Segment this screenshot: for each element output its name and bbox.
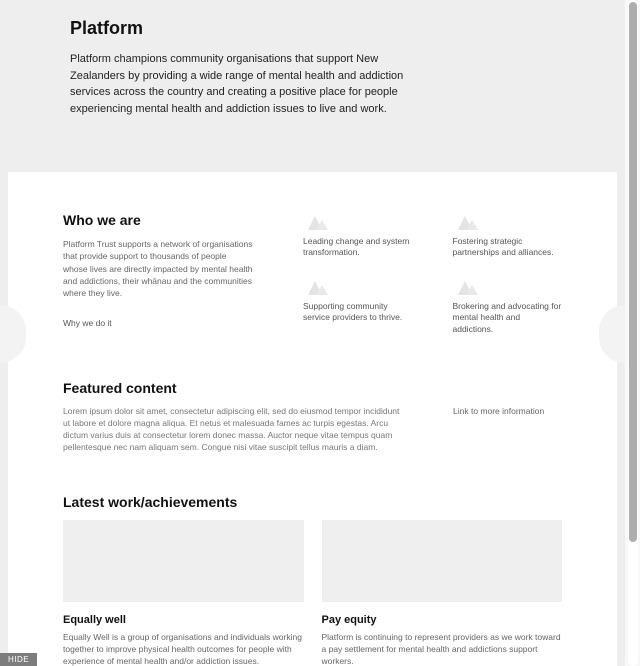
featured-section: Featured content Lorem ipsum dolor sit a… — [63, 380, 562, 454]
scrollbar-track[interactable] — [628, 0, 638, 666]
mountain-icon — [453, 277, 481, 295]
card-equally-well[interactable]: Equally well Equally Well is a group of … — [63, 520, 304, 666]
why-we-do-it-link[interactable]: Why we do it — [63, 318, 253, 328]
pillar-item: Brokering and advocating for mental heal… — [453, 277, 563, 335]
featured-heading: Featured content — [63, 380, 562, 396]
card-image-placeholder — [322, 520, 563, 602]
who-body: Platform Trust supports a network of org… — [63, 238, 253, 300]
hero-section: Platform Platform champions community or… — [0, 0, 625, 172]
mountain-icon — [303, 212, 331, 230]
who-we-are-section: Who we are Platform Trust supports a net… — [63, 212, 562, 335]
hide-button[interactable]: HIDE — [0, 653, 37, 666]
featured-link[interactable]: Link to more information — [453, 406, 544, 454]
page-scroll[interactable]: Platform Platform champions community or… — [0, 0, 625, 666]
card-body: Platform is continuing to represent prov… — [322, 632, 563, 666]
hero-intro: Platform champions community organisatio… — [70, 51, 420, 117]
card-title: Equally well — [63, 614, 304, 626]
mountain-icon — [303, 277, 331, 295]
card-title: Pay equity — [322, 614, 563, 626]
latest-section: Latest work/achievements Equally well Eq… — [63, 494, 562, 666]
pillar-item: Fostering strategic partnerships and all… — [453, 212, 563, 259]
who-heading: Who we are — [63, 212, 253, 228]
latest-heading: Latest work/achievements — [63, 494, 562, 510]
pillar-text: Leading change and system transformation… — [303, 236, 413, 259]
featured-text: Lorem ipsum dolor sit amet, consectetur … — [63, 406, 403, 454]
mountain-icon — [453, 212, 481, 230]
pillar-text: Supporting community service providers t… — [303, 301, 413, 324]
pillar-text: Brokering and advocating for mental heal… — [453, 301, 563, 335]
scrollbar-thumb[interactable] — [629, 2, 637, 542]
page-title: Platform — [70, 18, 555, 39]
pillar-text: Fostering strategic partnerships and all… — [453, 236, 563, 259]
pillar-item: Leading change and system transformation… — [303, 212, 413, 259]
card-image-placeholder — [63, 520, 304, 602]
card-body: Equally Well is a group of organisations… — [63, 632, 304, 666]
main-panel: Who we are Platform Trust supports a net… — [8, 172, 617, 666]
card-pay-equity[interactable]: Pay equity Platform is continuing to rep… — [322, 520, 563, 666]
pillar-item: Supporting community service providers t… — [303, 277, 413, 335]
